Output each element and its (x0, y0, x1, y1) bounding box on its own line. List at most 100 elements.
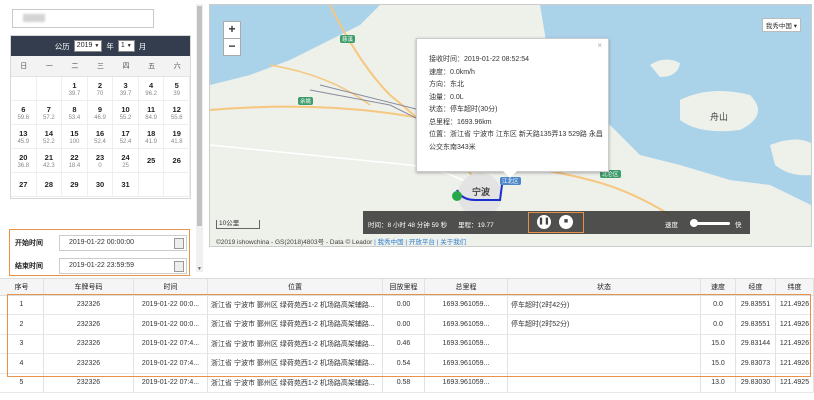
map-label-yuyao: 余姚 (298, 97, 314, 105)
column-header[interactable]: 状态 (508, 279, 701, 295)
start-time-input[interactable]: 2019-01-22 00:00:00 (59, 235, 187, 251)
calendar-day[interactable]: 3 39.7 (113, 77, 139, 101)
day-value: 96.2 (145, 90, 157, 97)
map-copyright: ©2019 ishowchina - GS(2018)4803号 - Data … (216, 239, 467, 246)
end-time-label: 结束时间 (15, 263, 43, 270)
zoom-in-button[interactable]: + (223, 21, 241, 39)
column-header[interactable]: 纬度 (776, 279, 814, 295)
table-row[interactable]: 4 232326 2019-01-22 07:4... 浙江省 宁波市 鄞州区 绿荷苑… (0, 353, 814, 374)
column-header[interactable]: 车牌号码 (44, 279, 134, 295)
day-number: 12 (172, 104, 181, 114)
day-number: 30 (95, 179, 105, 189)
calendar-day[interactable]: 29 (62, 173, 88, 197)
column-header[interactable]: 回放里程 (383, 279, 425, 295)
calendar-day[interactable]: 27 (11, 173, 37, 197)
calendar-day[interactable]: 21 42.3 (36, 149, 63, 173)
table-cell: 5 (0, 373, 44, 392)
calendar-day (164, 173, 190, 197)
day-value: 46.9 (94, 114, 106, 121)
table-cell: 停车超时(2时42分) (508, 295, 701, 314)
calendar-day[interactable]: 10 55.2 (113, 101, 139, 125)
table-cell: 121.4926 (776, 295, 814, 314)
left-panel-scrollbar[interactable]: ▼ (196, 4, 203, 272)
calendar-day[interactable]: 4 96.2 (138, 77, 165, 101)
map-links[interactable]: | 我秀中国 | 开放平台 | 关于我们 (374, 239, 466, 246)
table-cell (508, 353, 701, 373)
column-header[interactable]: 经度 (736, 279, 776, 295)
day-value: 55.2 (119, 114, 132, 121)
calendar-day[interactable]: 9 46.9 (87, 101, 114, 125)
scrollbar-thumb[interactable] (197, 6, 202, 226)
calendar-day[interactable]: 7 57.2 (36, 101, 63, 125)
table-cell: 浙江省 宁波市 鄞州区 绿荷苑西1-2 机场路高架辅路... (208, 334, 383, 353)
scroll-down-arrow-icon[interactable]: ▼ (196, 266, 203, 272)
table-cell: 0.58 (383, 373, 425, 392)
calendar-day[interactable]: 8 53.4 (62, 101, 88, 125)
calendar-day[interactable]: 12 55.6 (164, 101, 190, 125)
table-cell (508, 373, 701, 392)
calendar-day[interactable]: 1 39.7 (62, 77, 88, 101)
table-cell: 2019-01-22 07:4... (134, 334, 208, 353)
calendar-day[interactable]: 20 36.8 (11, 149, 37, 173)
month-select[interactable]: 1 ▼ (117, 40, 135, 52)
playback-control-bar: 时间：8 小时 48 分钟 59 秒 里程：19.77 ❚❚ ■ 速度 快 (363, 211, 750, 234)
column-header[interactable]: 速度 (701, 279, 736, 295)
calendar-day[interactable]: 24 25 (113, 149, 139, 173)
calendar-day[interactable]: 15 100 (62, 125, 88, 149)
day-number: 8 (72, 104, 77, 114)
calendar-day[interactable]: 13 45.9 (11, 125, 37, 149)
table-row[interactable]: 3 232326 2019-01-22 07:4... 浙江省 宁波市 鄞州区 绿荷苑… (0, 334, 814, 354)
calendar-day[interactable]: 11 84.9 (138, 101, 165, 125)
zoom-out-button[interactable]: − (223, 38, 241, 56)
table-row[interactable]: 1 232326 2019-01-22 00:0... 浙江省 宁波市 鄞州区 绿荷苑… (0, 295, 814, 315)
calendar-day[interactable]: 18 41.9 (138, 125, 165, 149)
day-number: 15 (70, 128, 79, 138)
calendar-day[interactable]: 25 (138, 149, 165, 173)
day-value: 84.9 (145, 114, 157, 121)
day-value: 39.7 (119, 90, 132, 97)
stop-button[interactable]: ■ (559, 215, 573, 229)
calendar-day[interactable]: 2 70 (87, 77, 114, 101)
calendar-icon[interactable] (174, 261, 184, 272)
calendar-day[interactable]: 16 52.4 (87, 125, 114, 149)
calendar-header: 公历 2019 ▼ 年 1 ▼ 月 (11, 36, 190, 56)
column-header[interactable]: 序号 (0, 279, 44, 295)
calendar-day[interactable]: 28 (36, 173, 63, 197)
calendar-day[interactable]: 22 18.4 (62, 149, 88, 173)
column-header[interactable]: 时间 (134, 279, 208, 295)
table-cell: 2019-01-22 00:0... (134, 295, 208, 314)
popup-line: 油量：0.0L (429, 93, 464, 101)
calendar-day[interactable]: 23 0 (87, 149, 114, 173)
day-number: 23 (95, 152, 105, 162)
calendar-day[interactable]: 31 (113, 173, 139, 197)
day-number: 3 (123, 80, 128, 90)
calendar-day[interactable]: 5 39 (164, 77, 190, 101)
map-scale: 10公里 (216, 220, 260, 229)
speed-slider-handle[interactable] (689, 219, 698, 227)
vehicle-search-input[interactable] (12, 9, 154, 28)
map-view[interactable]: + − 我秀中国 ▾ 宁波 舟山 慈溪 余姚 江北区 北仑区 × 接收时间：20… (209, 4, 812, 247)
table-row[interactable]: 5 232326 2019-01-22 07:4... 浙江省 宁波市 鄞州区 绿荷苑… (0, 373, 814, 393)
table-cell: 2 (0, 314, 44, 334)
table-cell: 1693.961059... (425, 295, 508, 314)
calendar-day[interactable]: 26 (164, 149, 190, 173)
pause-button[interactable]: ❚❚ (537, 215, 551, 229)
table-cell: 0.54 (383, 353, 425, 373)
calendar-day (138, 173, 165, 197)
calendar-day[interactable]: 17 52.4 (113, 125, 139, 149)
calendar-icon[interactable] (174, 238, 184, 249)
column-header[interactable]: 位置 (208, 279, 383, 295)
calendar-day[interactable]: 6 59.6 (11, 101, 37, 125)
day-number: 2 (97, 80, 103, 90)
calendar-day[interactable]: 30 (87, 173, 114, 197)
close-icon[interactable]: × (597, 41, 602, 50)
table-row[interactable]: 2 232326 2019-01-22 00:0... 浙江省 宁波市 鄞州区 绿荷苑… (0, 314, 814, 335)
popup-line: 总里程：1693.96km (429, 118, 492, 126)
column-header[interactable]: 总里程 (425, 279, 508, 295)
year-select[interactable]: 2019 ▼ (73, 40, 103, 52)
end-time-input[interactable]: 2019-01-22 23:59:59 (59, 258, 187, 274)
speed-label: 速度 (665, 222, 678, 229)
calendar-day[interactable]: 19 41.8 (164, 125, 190, 149)
map-language-select[interactable]: 我秀中国 ▾ (761, 18, 801, 32)
calendar-day[interactable]: 14 52.2 (36, 125, 63, 149)
